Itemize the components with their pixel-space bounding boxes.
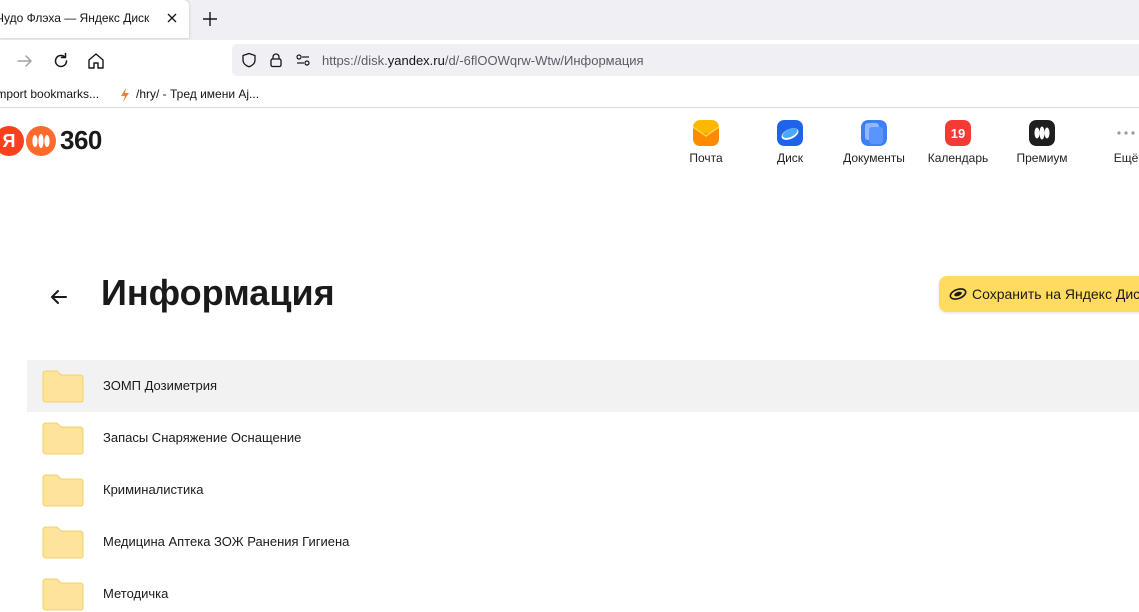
- address-bar[interactable]: https://disk.yandex.ru/d/-6flOOWqrw-Wtw/…: [232, 44, 1139, 76]
- folder-icon: [42, 422, 84, 455]
- reload-icon[interactable]: [51, 51, 71, 71]
- browser-tab-strip: Чудо Флэха — Яндекс Диск: [0, 0, 1139, 40]
- more-icon: [1117, 131, 1135, 135]
- service-label: Почта: [689, 151, 723, 165]
- folder-name: ЗОМП Дозиметрия: [103, 378, 218, 393]
- folder-icon: [42, 370, 84, 403]
- url-prefix: https://disk.: [322, 53, 388, 68]
- save-button-label: Сохранить на Яндекс Диск: [972, 286, 1139, 302]
- home-icon[interactable]: [86, 51, 106, 71]
- service-premium[interactable]: Премиум: [1000, 118, 1084, 168]
- save-to-disk-button[interactable]: Сохранить на Яндекс Диск: [939, 276, 1139, 312]
- disk-icon: [949, 288, 967, 300]
- plus-icon[interactable]: [201, 10, 219, 28]
- page-title: Информация: [101, 272, 335, 313]
- yandex-logo-icon: Я: [0, 126, 24, 156]
- folder-icon: [42, 526, 84, 559]
- service-disk[interactable]: Диск: [748, 118, 832, 168]
- service-label: Документы: [843, 151, 905, 165]
- folder-name: Криминалистика: [103, 482, 204, 497]
- list-item[interactable]: Методичка: [27, 568, 1139, 612]
- service-documents[interactable]: Документы: [832, 118, 916, 168]
- bookmark-import[interactable]: Import bookmarks...: [0, 87, 99, 101]
- service-label: Премиум: [1016, 151, 1068, 165]
- folder-icon: [42, 474, 84, 507]
- browser-navigation-bar: https://disk.yandex.ru/d/-6flOOWqrw-Wtw/…: [0, 40, 1139, 82]
- calendar-badge: 19: [951, 126, 965, 141]
- url-host: yandex.ru: [387, 53, 445, 68]
- url-path: /d/-6flOOWqrw-Wtw/Информация: [444, 53, 644, 68]
- bookmarks-toolbar: Import bookmarks... /hry/ - Тред имени A…: [0, 82, 1139, 108]
- folder-name: Запасы Снаряжение Оснащение: [103, 430, 302, 445]
- tab-title: Чудо Флэха — Яндекс Диск: [0, 11, 150, 25]
- forward-arrow-icon[interactable]: [15, 51, 35, 71]
- url-text[interactable]: https://disk.yandex.ru/d/-6flOOWqrw-Wtw/…: [322, 53, 644, 68]
- shield-icon[interactable]: [241, 52, 257, 68]
- 360-logo-icon: [26, 126, 56, 156]
- premium-icon: [1029, 120, 1055, 146]
- list-item[interactable]: Запасы Снаряжение Оснащение: [27, 412, 1139, 464]
- service-label: Диск: [776, 151, 804, 165]
- folder-name: Методичка: [103, 586, 169, 601]
- service-mail[interactable]: Почта: [664, 118, 748, 168]
- service-calendar[interactable]: 19 Календарь: [916, 118, 1000, 168]
- list-item[interactable]: ЗОМП Дозиметрия: [27, 360, 1139, 412]
- list-item[interactable]: Медицина Аптека ЗОЖ Ранения Гигиена: [27, 516, 1139, 568]
- folder-name: Медицина Аптека ЗОЖ Ранения Гигиена: [103, 534, 350, 549]
- mail-icon: [693, 120, 719, 146]
- permissions-icon[interactable]: [295, 52, 311, 68]
- documents-icon: [861, 120, 887, 146]
- bookmark-hry[interactable]: /hry/ - Тред имени Aj...: [136, 87, 259, 101]
- browser-tab[interactable]: Чудо Флэха — Яндекс Диск: [0, 0, 189, 38]
- list-item[interactable]: Криминалистика: [27, 464, 1139, 516]
- logo-number: 360: [60, 125, 102, 155]
- folder-icon: [42, 578, 84, 611]
- back-arrow-icon[interactable]: [46, 284, 72, 310]
- close-icon[interactable]: [164, 10, 180, 26]
- service-label: Календарь: [927, 151, 989, 165]
- disk-icon: [777, 120, 803, 146]
- service-more[interactable]: Ещё: [1084, 118, 1139, 168]
- folder-list: ЗОМП Дозиметрия Запасы Снаряжение Оснаще…: [27, 360, 1139, 612]
- lightning-icon: [121, 88, 129, 102]
- service-label: Ещё: [1113, 151, 1139, 165]
- lock-icon[interactable]: [268, 52, 284, 68]
- calendar-icon: 19: [945, 120, 971, 146]
